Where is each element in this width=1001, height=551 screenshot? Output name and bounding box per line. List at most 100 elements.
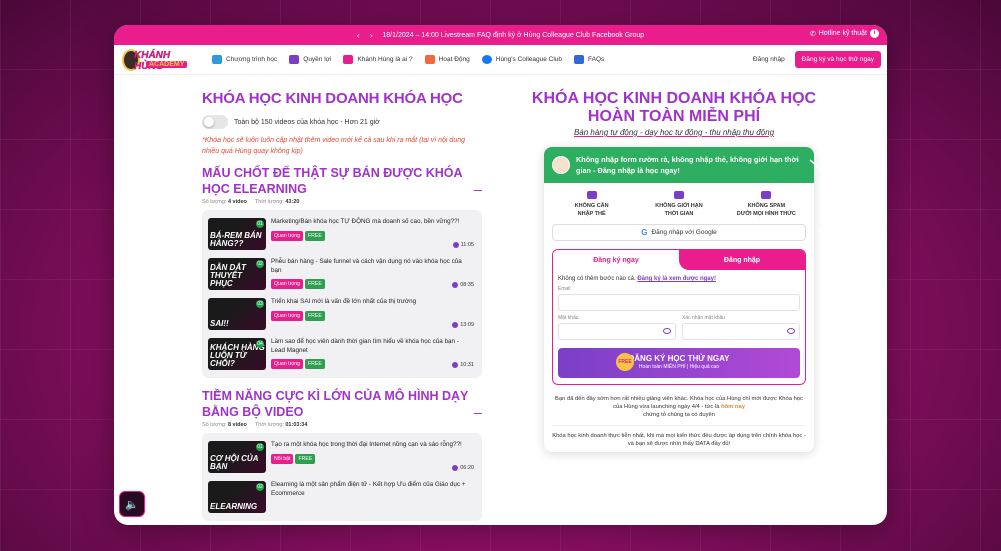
speaker-icon: 🔈 <box>125 498 139 511</box>
course-note: Khóa học kinh doanh thực tiễn nhất, khi … <box>552 433 806 447</box>
highlight-today: hôm nay <box>721 404 745 410</box>
hotline-label: Hotline kỹ thuật <box>818 30 867 37</box>
volume-button[interactable]: 🔈 <box>119 491 145 517</box>
toggle-row: Toàn bộ 150 videos của khóa học - Hơn 21… <box>202 115 482 129</box>
google-icon: G <box>641 228 648 237</box>
nav-label: Hoạt Động <box>438 56 470 63</box>
chat-icon <box>574 55 585 64</box>
eye-icon[interactable] <box>787 328 795 334</box>
section-meta: Số lượng: 8 video Thời lượng: 01:03:34 <box>202 422 482 428</box>
section-title[interactable]: TIỀM NĂNG CỰC KÌ LỚN CỦA MÔ HÌNH DẠY BẰN… <box>202 388 482 420</box>
important-tag: Quan trọng <box>271 359 303 369</box>
lesson-thumbnail[interactable]: SAI!! 03 <box>208 298 266 330</box>
card-header: Không nhập form rườm rà, không nhập thẻ,… <box>544 147 814 183</box>
nav-label: Hùng's Colleague Club <box>495 56 563 63</box>
tab-login[interactable]: Đăng nhập <box>679 250 805 270</box>
divider <box>552 425 806 426</box>
lesson-item[interactable]: BÁ-REM BÁN HÀNG?? 01 Marketing/Bán khóa … <box>208 214 476 254</box>
laptop-icon <box>212 55 222 64</box>
lesson-thumbnail[interactable]: CƠ HỘI CỦA BẠN 01 <box>208 441 266 473</box>
nav-item-about[interactable]: Khánh Hùng là ai ? <box>343 55 413 64</box>
clock-icon <box>452 465 459 471</box>
nav-item-program[interactable]: Chương trình học <box>212 55 277 64</box>
announcement-text: 18/1/2024 – 14:00 Livestream FAQ định kỳ… <box>382 31 645 39</box>
nav-item-benefits[interactable]: Quyền lợi <box>289 55 331 64</box>
section-title[interactable]: MẤU CHỐT ĐỂ THẬT SỰ BÁN ĐƯỢC KHÓA HỌC EL… <box>202 165 482 197</box>
password-label: Mật khẩu <box>558 315 579 321</box>
nav-item-club[interactable]: Hùng's Colleague Club <box>481 55 563 64</box>
lesson-title: Phễu bán hàng - Sale funnel và cách vận … <box>271 258 462 274</box>
nav-item-activities[interactable]: Hoạt Động <box>424 55 470 64</box>
lesson-thumbnail[interactable]: KHÁCH HÀNG LUÔN TỪ CHỐI? 04 <box>208 338 266 370</box>
lesson-number: 02 <box>256 260 264 268</box>
feature-item: KHÔNG GIỚI HẠN THỜI GIAN <box>639 191 719 218</box>
collapse-icon[interactable] <box>474 412 482 414</box>
count-meta: Số lượng: 4 video <box>202 199 247 205</box>
free-course-subtitle: Bán hàng tự động - dạy học tự động - thu… <box>573 128 775 137</box>
phone-icon: ✆ <box>809 30 816 38</box>
lesson-title: Làm sao để học viên dành thời gian tìm h… <box>271 338 459 354</box>
lesson-thumbnail[interactable]: ELEARNING 02 <box>208 481 266 513</box>
form-hint-link[interactable]: Đăng ký là xem được ngay! <box>637 276 716 282</box>
lesson-title: Elearning là một sản phẩm điện tử - Kết … <box>271 481 466 497</box>
hotline-link[interactable]: ✆ Hotline kỹ thuật i <box>810 29 879 38</box>
facebook-icon <box>481 55 492 64</box>
lesson-item[interactable]: DẪN DẮT THUYẾT PHỤC 02 Phễu bán hàng - S… <box>208 254 476 294</box>
lesson-item[interactable]: ELEARNING 02 Elearning là một sản phẩm đ… <box>208 477 476 517</box>
thumbnail-text: ELEARNING <box>210 502 258 511</box>
lesson-number: 01 <box>256 220 264 228</box>
lesson-item[interactable]: CƠ HỘI CỦA BẠN 01 Tạo ra một khóa học tr… <box>208 437 476 477</box>
email-field[interactable] <box>558 294 800 311</box>
trial-signup-button[interactable]: Đăng ký và học thử ngay <box>794 51 881 68</box>
expand-toggle[interactable] <box>202 115 228 129</box>
confirm-password-field[interactable] <box>682 323 800 340</box>
feature-item: KHÔNG CẦN NHẬP THẺ <box>552 191 632 218</box>
lesson-item[interactable]: SAI!! 03 Triển khai SAI mới là vấn đề lớ… <box>208 294 476 334</box>
collapse-icon[interactable] <box>474 189 482 191</box>
section-title-text: TIỀM NĂNG CỰC KÌ LỚN CỦA MÔ HÌNH DẠY BẰN… <box>202 389 469 419</box>
nav-item-faqs[interactable]: FAQs <box>574 55 604 64</box>
register-trial-button[interactable]: FREE ĐĂNG KÝ HỌC THỬ NGAY Hoàn toàn MIỄN… <box>558 348 800 378</box>
lesson-duration: 10:31 <box>452 362 474 368</box>
free-badge: FREE <box>616 353 634 371</box>
eye-icon[interactable] <box>663 328 671 334</box>
card-icon <box>586 191 597 199</box>
password-field[interactable] <box>558 323 676 340</box>
lesson-thumbnail[interactable]: DẪN DẮT THUYẾT PHỤC 02 <box>208 258 266 290</box>
avatar <box>552 156 570 174</box>
nav-label: Khánh Hùng là ai ? <box>357 56 413 63</box>
lesson-duration: 08:35 <box>452 282 474 288</box>
signup-panel: KHÓA HỌC KINH DOANH KHÓA HỌC HOÀN TOÀN M… <box>524 90 824 452</box>
card-header-text: Không nhập form rườm rà, không nhập thẻ,… <box>576 155 799 175</box>
tab-register[interactable]: Đăng ký ngay <box>553 250 679 270</box>
important-tag: Quan trọng <box>271 279 303 289</box>
site-logo[interactable]: KHÁNH HÙNG ACADEMY <box>120 47 200 73</box>
course-heading: KHÓA HỌC KINH DOANH KHÓA HỌC <box>202 90 463 107</box>
lesson-title: Triển khai SAI mới là vấn đề lớn nhất củ… <box>271 298 417 305</box>
lesson-thumbnail[interactable]: BÁ-REM BÁN HÀNG?? 01 <box>208 218 266 250</box>
free-tag: FREE <box>304 279 325 289</box>
gift-icon <box>289 55 300 64</box>
nav-label: FAQs <box>588 56 605 63</box>
login-button[interactable]: Đăng nhập <box>753 56 785 63</box>
announcement-arrows[interactable]: ‹ › <box>357 31 377 40</box>
announcement-bar: ‹ › 18/1/2024 – 14:00 Livestream FAQ địn… <box>114 25 887 45</box>
time-meta: Thời lượng: 43:20 <box>254 199 300 205</box>
signup-card: Không nhập form rườm rà, không nhập thẻ,… <box>544 147 814 452</box>
person-icon <box>343 55 354 64</box>
free-tag: FREE <box>304 359 325 369</box>
lesson-number: 03 <box>256 300 264 308</box>
important-tag: Quan trọng <box>271 230 303 241</box>
free-tag: FREE <box>295 453 316 464</box>
google-login-button[interactable]: G Đăng nhập với Google <box>552 224 806 241</box>
time-meta: Thời lượng: 01:03:34 <box>254 422 308 428</box>
lesson-duration: 13:09 <box>452 322 474 328</box>
count-meta: Số lượng: 8 video <box>202 422 247 428</box>
confirm-password-label: Xác nhận mật khẩu <box>682 315 726 321</box>
clock-icon <box>452 322 459 328</box>
page-content: KHÓA HỌC KINH DOANH KHÓA HỌC Toàn bộ 150… <box>114 75 887 525</box>
free-tag: FREE <box>304 310 325 321</box>
lesson-number: 02 <box>256 483 264 491</box>
free-course-title: KHÓA HỌC KINH DOANH KHÓA HỌC HOÀN TOÀN M… <box>531 90 817 125</box>
lesson-item[interactable]: KHÁCH HÀNG LUÔN TỪ CHỐI? 04 Làm sao để h… <box>208 334 476 374</box>
